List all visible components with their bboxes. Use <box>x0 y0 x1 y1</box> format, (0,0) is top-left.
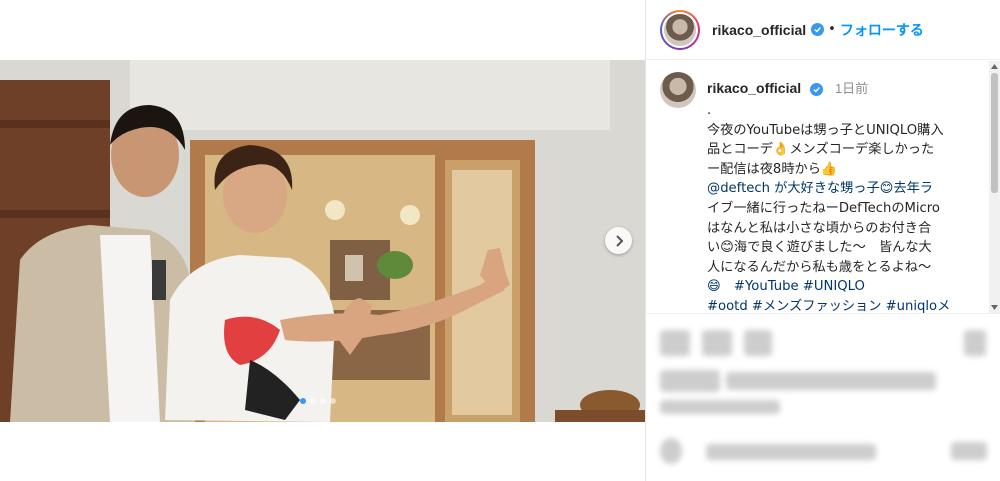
caption-text: . 今夜のYouTubeは甥っ子とUNIQLO購入 品とコーデ👌メンズコーデ楽し… <box>707 101 982 313</box>
blurred-save-icon <box>964 330 986 356</box>
caption-line-mention[interactable]: @deftech が大好きな甥っ子😊去年ラ <box>707 179 982 199</box>
caption-scrollbar[interactable] <box>989 61 1000 313</box>
post-side-panel: rikaco_official • フォローする rikaco_official… <box>645 0 1000 481</box>
verified-badge-icon <box>811 23 825 36</box>
scroll-up-icon[interactable] <box>991 63 998 70</box>
carousel-dot[interactable] <box>300 398 306 404</box>
post-header: rikaco_official • フォローする <box>646 0 1000 60</box>
caption-line-hashtags[interactable]: #ootd #メンズファッション #uniqloメ <box>707 297 982 313</box>
caption-line: 品とコーデ👌メンズコーデ楽しかった <box>707 142 935 158</box>
carousel-dots <box>300 398 336 404</box>
blurred-actions-area <box>646 313 1000 481</box>
header-username[interactable]: rikaco_official <box>712 22 806 38</box>
photo-illustration <box>0 60 645 422</box>
caption-line: 人になるんだから私も歳をとるよね〜 <box>707 259 932 275</box>
caption-avatar[interactable] <box>660 72 696 108</box>
blurred-like-icon <box>660 330 690 356</box>
blurred-likes-avatar <box>660 370 720 392</box>
blurred-share-icon <box>744 330 772 356</box>
chevron-right-icon <box>615 234 623 247</box>
carousel-dot[interactable] <box>320 398 326 404</box>
blurred-emoji-icon <box>660 438 682 464</box>
post-photo[interactable] <box>0 60 645 422</box>
carousel-dot[interactable] <box>330 398 336 404</box>
caption-line: い😊海で良く遊びました〜 皆んな大 <box>707 240 932 256</box>
carousel-next-button[interactable] <box>605 227 632 254</box>
verified-badge-icon <box>810 82 824 96</box>
post-time[interactable]: 1日前 <box>835 81 868 96</box>
scroll-down-icon[interactable] <box>991 304 998 311</box>
blurred-date <box>660 400 780 414</box>
caption-line: イブ一緒に行ったねーDefTechのMicro <box>707 200 940 216</box>
caption-line: . <box>707 103 712 118</box>
header-separator: • <box>828 22 836 37</box>
blurred-comment-icon <box>702 330 732 356</box>
scroll-thumb[interactable] <box>991 73 998 193</box>
caption-line: 今夜のYouTubeは甥っ子とUNIQLO購入 <box>707 122 944 138</box>
post-media <box>0 0 645 481</box>
caption-username[interactable]: rikaco_official <box>707 80 801 96</box>
caption-header: rikaco_official 1日前 <box>707 78 868 97</box>
caption-line: はなんと私は小さな頃からのお付き合 <box>707 220 932 236</box>
caption-line: ー配信は夜8時から👍 <box>707 161 838 177</box>
follow-button[interactable]: フォローする <box>840 20 924 40</box>
blurred-likes-text <box>726 372 936 390</box>
avatar[interactable] <box>660 9 700 50</box>
caption-line-hashtags[interactable]: 😄 #YouTube #UNIQLO <box>707 277 982 297</box>
blurred-post-button <box>951 442 987 460</box>
blurred-comment-input <box>706 444 876 460</box>
caption-area: rikaco_official 1日前 . 今夜のYouTubeは甥っ子とUNI… <box>646 61 1000 313</box>
carousel-dot[interactable] <box>310 398 316 404</box>
